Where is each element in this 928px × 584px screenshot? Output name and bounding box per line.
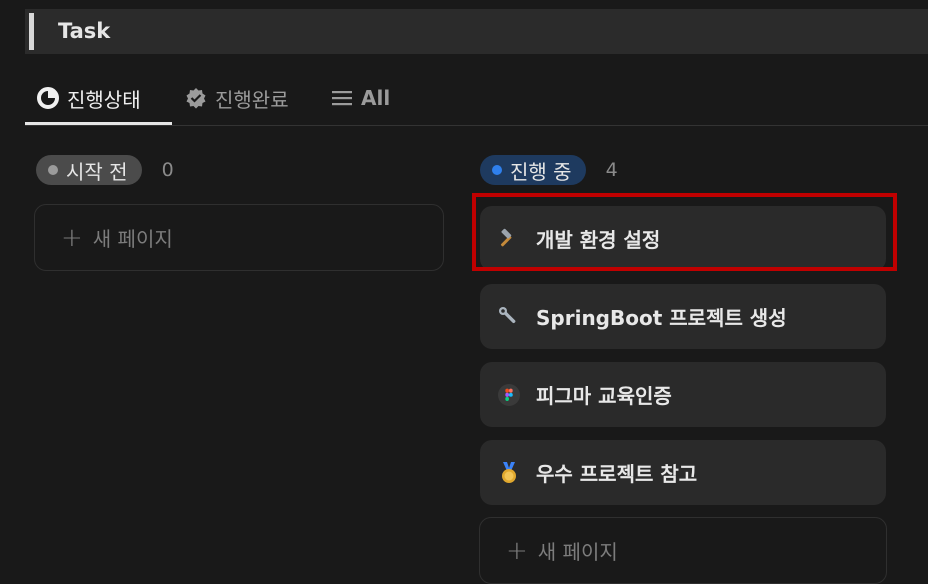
- plus-icon: +: [61, 222, 83, 253]
- tab-label: 진행상태: [67, 87, 141, 112]
- card-title: SpringBoot 프로젝트 생성: [536, 306, 787, 330]
- card-count: 0: [161, 159, 174, 181]
- new-page-button[interactable]: + 새 페이지: [479, 517, 887, 584]
- tab-completed[interactable]: 진행완료: [185, 80, 289, 116]
- highlight-box: [472, 193, 897, 271]
- tab-in-progress-status[interactable]: 진행상태: [37, 80, 141, 116]
- list-icon: [332, 91, 352, 106]
- figma-icon: [498, 383, 520, 406]
- status-badge[interactable]: 시작 전: [36, 155, 142, 185]
- task-card[interactable]: 피그마 교육인증: [480, 362, 886, 427]
- status-dot: [48, 165, 58, 175]
- task-card[interactable]: SpringBoot 프로젝트 생성: [480, 284, 886, 349]
- wrench-icon: [498, 306, 520, 328]
- medal-icon: [498, 461, 520, 484]
- card-title: 피그마 교육인증: [536, 384, 672, 408]
- column-header-not-started: 시작 전 0: [36, 155, 174, 185]
- tabs-divider: [25, 125, 928, 126]
- status-label: 시작 전: [66, 159, 128, 184]
- tab-label: 진행완료: [215, 87, 289, 112]
- tab-all[interactable]: All: [331, 80, 390, 116]
- status-badge[interactable]: 진행 중: [480, 155, 586, 185]
- status-dot: [492, 165, 502, 175]
- new-page-label: 새 페이지: [92, 227, 173, 251]
- verified-check-icon: [186, 88, 206, 109]
- card-title: 우수 프로젝트 참고: [536, 462, 698, 486]
- card-count: 4: [605, 159, 618, 181]
- column-header-in-progress: 진행 중 4: [480, 155, 618, 185]
- pie-chart-icon: [37, 87, 59, 109]
- tab-label: All: [361, 86, 391, 110]
- header-accent-bar: [29, 13, 34, 50]
- view-tabs: 진행상태 진행완료 All: [25, 74, 928, 126]
- new-page-label: 새 페이지: [537, 540, 618, 564]
- new-page-button[interactable]: + 새 페이지: [34, 204, 444, 271]
- page-header: Task: [25, 9, 928, 54]
- task-card[interactable]: 우수 프로젝트 참고: [480, 440, 886, 505]
- page-title: Task: [58, 19, 111, 43]
- plus-icon: +: [506, 535, 528, 566]
- status-label: 진행 중: [510, 159, 572, 184]
